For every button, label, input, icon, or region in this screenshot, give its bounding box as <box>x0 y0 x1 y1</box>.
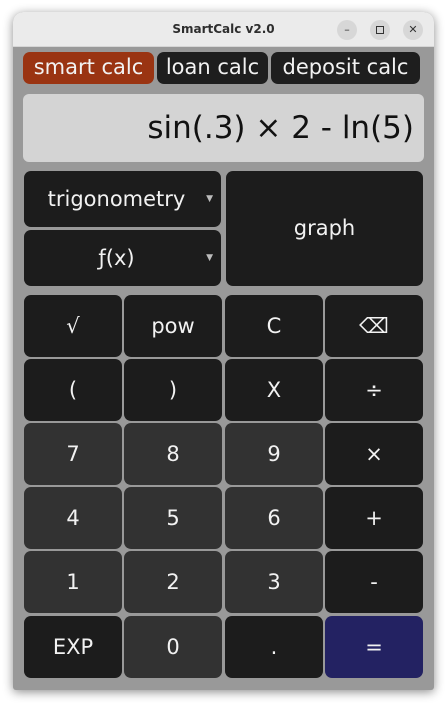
graph-button[interactable]: graph <box>226 171 423 286</box>
app-window: SmartCalc v2.0 – ✕ smart calc loan calc … <box>13 12 434 690</box>
dropdown-arrow-icon: ▼ <box>206 253 213 263</box>
variable-x-key[interactable]: X <box>225 359 323 421</box>
function-category-select[interactable]: trigonometry ▼ <box>24 171 221 227</box>
maximize-icon <box>376 26 384 34</box>
equals-key[interactable]: = <box>325 616 423 678</box>
open-paren-key[interactable]: ( <box>24 359 122 421</box>
exp-key[interactable]: EXP <box>24 616 122 678</box>
close-paren-key[interactable]: ) <box>124 359 222 421</box>
digit-2-key[interactable]: 2 <box>124 551 222 613</box>
digit-5-key[interactable]: 5 <box>124 487 222 549</box>
pow-key[interactable]: pow <box>124 295 222 357</box>
decimal-point-key[interactable]: . <box>225 616 323 678</box>
multiply-key[interactable]: × <box>325 423 423 485</box>
digit-0-key[interactable]: 0 <box>124 616 222 678</box>
function-select-value: ƒ(x) <box>98 246 135 270</box>
close-button[interactable]: ✕ <box>403 20 423 40</box>
backspace-key[interactable]: ⌫ <box>325 295 423 357</box>
dropdown-arrow-icon: ▼ <box>206 194 213 204</box>
tab-loan-calc[interactable]: loan calc <box>157 52 268 84</box>
clear-key[interactable]: C <box>225 295 323 357</box>
category-select-value: trigonometry <box>47 187 186 211</box>
sqrt-key[interactable]: √ <box>24 295 122 357</box>
minimize-button[interactable]: – <box>337 20 357 40</box>
digit-8-key[interactable]: 8 <box>124 423 222 485</box>
expression-display[interactable]: sin(.3) × 2 - ln(5) <box>23 94 424 162</box>
digit-1-key[interactable]: 1 <box>24 551 122 613</box>
digit-4-key[interactable]: 4 <box>24 487 122 549</box>
plus-key[interactable]: + <box>325 487 423 549</box>
tab-smart-calc[interactable]: smart calc <box>23 52 154 84</box>
divide-key[interactable]: ÷ <box>325 359 423 421</box>
digit-9-key[interactable]: 9 <box>225 423 323 485</box>
digit-6-key[interactable]: 6 <box>225 487 323 549</box>
digit-3-key[interactable]: 3 <box>225 551 323 613</box>
tab-deposit-calc[interactable]: deposit calc <box>271 52 420 84</box>
digit-7-key[interactable]: 7 <box>24 423 122 485</box>
title-bar[interactable]: SmartCalc v2.0 – ✕ <box>13 12 434 47</box>
minus-key[interactable]: - <box>325 551 423 613</box>
function-select[interactable]: ƒ(x) ▼ <box>24 230 221 286</box>
maximize-button[interactable] <box>370 20 390 40</box>
